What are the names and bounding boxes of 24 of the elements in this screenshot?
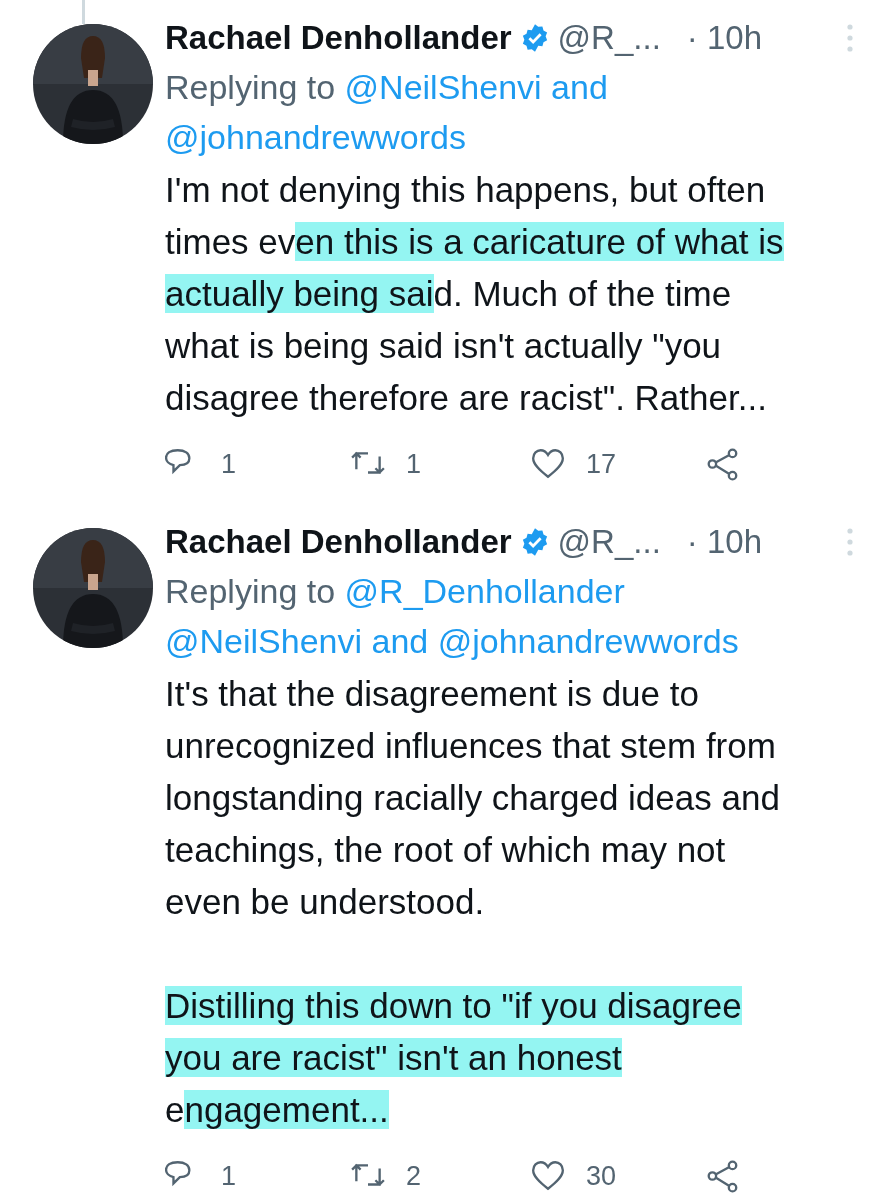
action-count: 2	[406, 1160, 422, 1192]
replying-label: Replying to	[165, 68, 336, 106]
conjunction-text: and	[551, 68, 608, 106]
tweet-text: I'm not denying this happens, but often times even this is a caricature of what is actually being said. Much of the time what is being said isn't actually "you disagree therefore are racist". Rather...	[165, 169, 785, 419]
action-count: 17	[586, 448, 617, 480]
author-name[interactable]: Rachael Denhollander	[165, 19, 512, 57]
action-count: 1	[406, 448, 422, 480]
mention-link[interactable]: @NeilShenvi	[165, 622, 363, 660]
author-name[interactable]: Rachael Denhollander	[165, 523, 512, 561]
author-handle: @R_...	[557, 19, 661, 57]
conjunction-text: and	[371, 622, 429, 660]
mention-link[interactable]: @NeilShenvi	[344, 68, 542, 106]
action-count: 30	[586, 1160, 617, 1192]
timestamp[interactable]: · 10h	[686, 19, 763, 57]
replying-label: Replying to	[165, 572, 336, 610]
mention-link[interactable]: @johnandrewwords	[165, 118, 466, 156]
tweet-text: Distilling this down to "if you disagree you are racist" isn't an honest engagement...	[165, 985, 743, 1131]
action-count: 1	[221, 448, 237, 480]
action-count: 1	[221, 1160, 237, 1192]
author-handle: @R_...	[557, 523, 661, 561]
tweet-text: It's that the disagreement is due to unrecognized influences that stem from longstanding racially charged ideas and teachings, the root of which may not even be understood.	[165, 673, 781, 923]
mention-link[interactable]: @R_Denhollander	[344, 572, 625, 610]
timestamp[interactable]: · 10h	[686, 523, 763, 561]
mention-link[interactable]: @johnandrewwords	[437, 622, 739, 660]
